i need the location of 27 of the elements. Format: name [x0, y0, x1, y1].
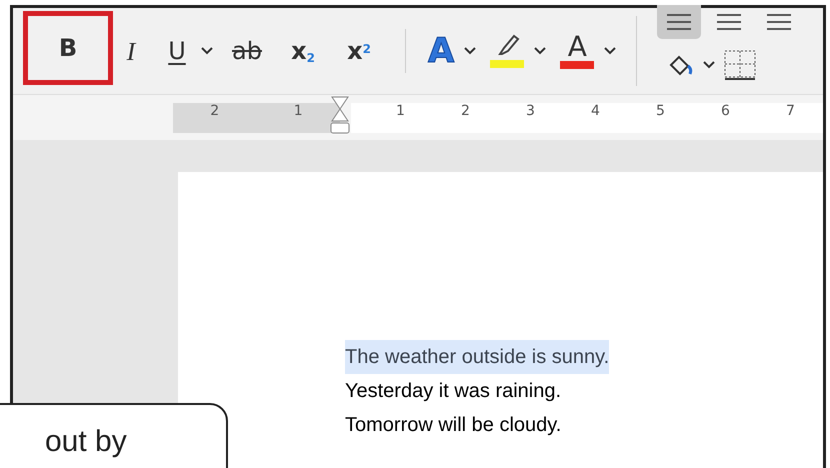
chevron-down-icon[interactable] — [604, 47, 616, 55]
ruler-number: 7 — [786, 103, 796, 121]
underline-button[interactable]: U — [159, 21, 195, 81]
ruler-number: 3 — [526, 103, 536, 121]
ruler-number: 6 — [721, 103, 731, 121]
ruler-number: 2 — [210, 103, 220, 119]
ruler-number: 5 — [656, 103, 666, 121]
superscript-button[interactable]: x$^{2}$ — [331, 21, 387, 81]
chevron-down-icon[interactable] — [534, 47, 546, 55]
subscript-button[interactable]: x$_{2}$ — [275, 21, 331, 81]
text-effects-button[interactable]: A — [424, 26, 458, 76]
bold-button[interactable]: B — [23, 11, 113, 85]
font-color-button[interactable]: A — [556, 33, 598, 69]
borders-icon[interactable] — [723, 49, 758, 81]
document-line: Tomorrow will be cloudy. — [345, 413, 562, 438]
strike-button[interactable]: ab — [219, 21, 275, 81]
ruler-number: 1 — [396, 103, 406, 121]
ruler-number: 1 — [294, 103, 303, 119]
chevron-down-icon[interactable] — [201, 47, 213, 55]
document-line: Yesterday it was raining. — [345, 379, 562, 404]
ruler-number: 4 — [591, 103, 601, 121]
callout-text: out by — [45, 425, 127, 458]
indent-marker-icon[interactable] — [329, 95, 351, 135]
ruler-number: 2 — [461, 103, 471, 121]
italic-button[interactable]: I — [113, 21, 149, 81]
chevron-down-icon[interactable] — [703, 61, 716, 69]
chevron-down-icon[interactable] — [464, 47, 476, 55]
